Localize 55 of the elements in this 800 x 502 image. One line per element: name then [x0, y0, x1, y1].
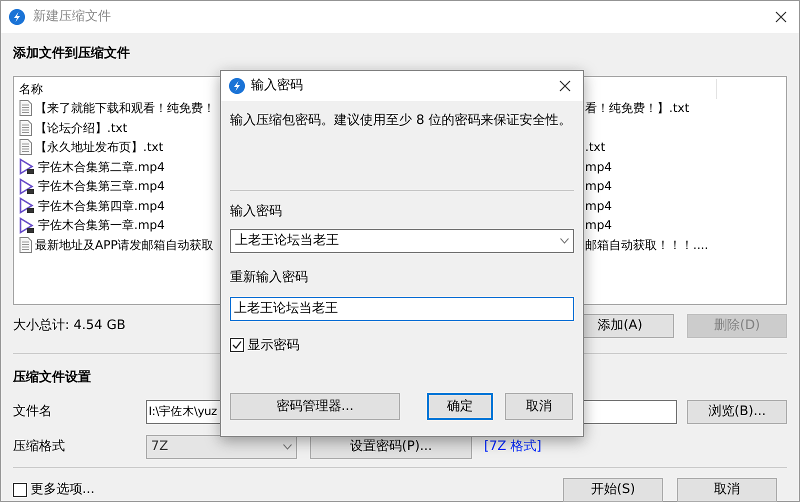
file-name[interactable]: 宇佐木合集第一章.mp4 — [38, 216, 165, 234]
file-name[interactable]: mp4 — [585, 177, 612, 196]
close-icon — [559, 80, 571, 92]
button[interactable]: 取消 — [677, 478, 777, 502]
video-file-icon — [19, 158, 35, 176]
file-name[interactable]: 宇佐木合集第二章.mp4 — [38, 158, 165, 176]
text-file-icon — [19, 100, 32, 116]
file-name[interactable]: 邮箱自动获取！！！.... — [585, 236, 708, 254]
app-logo-icon — [9, 9, 25, 25]
password-combo[interactable]: 上老王论坛当老王 — [230, 229, 574, 253]
checkbox-label[interactable]: 显示密码 — [247, 336, 300, 355]
file-name[interactable]: mp4 — [585, 158, 612, 176]
checkbox[interactable] — [230, 338, 244, 352]
file-name[interactable]: 宇佐木合集第三章.mp4 — [38, 177, 165, 196]
file-name[interactable]: mp4 — [585, 196, 612, 215]
text-file-icon — [19, 120, 32, 136]
file-name[interactable]: 【论坛介绍】.txt — [35, 118, 128, 137]
password-input[interactable]: 上老王论坛当老王 — [230, 296, 574, 320]
set-password-button[interactable]: 设置密码(P)... — [310, 435, 472, 459]
file-name[interactable]: 【来了就能下载和观看！纯免费！ — [35, 99, 215, 118]
browse-button[interactable]: 浏览(B)... — [687, 400, 787, 424]
field-label: 文件名 — [13, 403, 53, 422]
dialog-title: 输入密码 — [251, 77, 303, 96]
total-size-text: 大小总计: 4.54 GB — [13, 317, 126, 336]
field-label: 重新输入密码 — [230, 269, 309, 287]
format-link[interactable]: [7Z 格式] — [484, 437, 542, 457]
dropdown-caret-icon — [560, 238, 569, 244]
file-name[interactable]: .txt — [585, 138, 606, 156]
field-label: 输入密码 — [230, 202, 283, 220]
close-icon — [775, 11, 787, 23]
dropdown-caret-icon — [283, 444, 292, 450]
button[interactable]: 开始(S) — [563, 478, 663, 502]
checkbox[interactable] — [13, 483, 27, 497]
video-file-icon — [19, 197, 35, 214]
section-heading: 添加文件到压缩文件 — [13, 44, 131, 63]
button[interactable]: 取消 — [505, 393, 573, 420]
video-file-icon — [19, 178, 35, 195]
checkbox-label[interactable]: 更多选项... — [30, 480, 95, 500]
dialog-message: 输入压缩包密码。建议使用至少 8 位的密码来保证安全性。 — [230, 112, 573, 130]
field-label: 压缩格式 — [13, 438, 66, 456]
window-title: 新建压缩文件 — [33, 8, 111, 26]
format-select[interactable]: 7Z — [146, 435, 297, 459]
section-heading: 压缩文件设置 — [13, 368, 92, 386]
button[interactable]: 密码管理器... — [230, 393, 400, 420]
video-file-icon — [19, 216, 35, 234]
file-name[interactable]: 最新地址及APP请发邮箱自动获取 — [35, 236, 214, 254]
file-name[interactable]: 【永久地址发布页】.txt — [35, 138, 164, 156]
text-file-icon — [19, 139, 32, 156]
file-name[interactable]: 看！纯免费！】.txt — [585, 99, 690, 118]
column-header[interactable]: 名称 — [19, 82, 43, 96]
app-logo-icon — [229, 78, 245, 94]
text-file-icon — [19, 236, 32, 253]
button[interactable]: 确定 — [427, 393, 493, 420]
file-name[interactable]: 宇佐木合集第四章.mp4 — [38, 196, 165, 215]
file-name[interactable]: mp4 — [585, 216, 612, 234]
